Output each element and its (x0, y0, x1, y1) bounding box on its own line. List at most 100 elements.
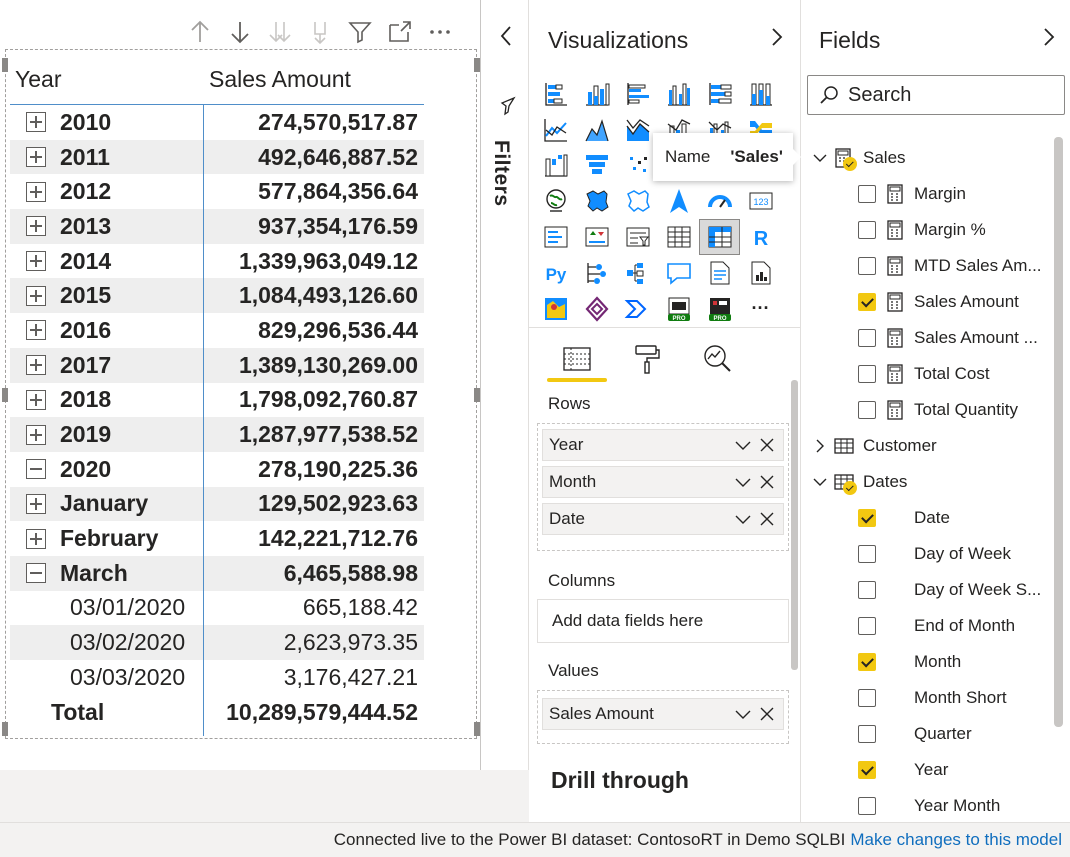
stacked-column-chart-icon[interactable] (576, 76, 617, 112)
shape-map-icon[interactable] (617, 183, 658, 219)
matrix-row-2010[interactable]: 2010 274,570,517.87 (10, 105, 424, 140)
expand-icon[interactable] (26, 147, 46, 168)
collapse-icon[interactable] (26, 563, 46, 584)
column-divider[interactable] (203, 104, 204, 736)
field-margin-pct[interactable]: Margin % (801, 212, 1051, 248)
drill-down-icon[interactable] (220, 16, 260, 48)
columns-well[interactable]: Add data fields here (537, 599, 789, 643)
close-icon[interactable] (757, 509, 777, 529)
values-well[interactable]: Sales Amount (537, 690, 789, 744)
filters-pane-collapsed[interactable]: Filters (480, 0, 529, 770)
matrix-row-2015[interactable]: 2015 1,084,493,126.60 (10, 278, 424, 314)
search-input[interactable]: Search (807, 75, 1065, 115)
stacked-bar-chart-icon[interactable] (535, 76, 576, 112)
expand-icon[interactable] (26, 320, 46, 341)
clustered-bar-chart-icon[interactable] (617, 76, 658, 112)
100-stacked-column-chart-icon[interactable] (740, 76, 781, 112)
column-header-year[interactable]: Year (10, 66, 203, 93)
power-apps-icon[interactable] (576, 291, 617, 327)
matrix-row-2019[interactable]: 2019 1,287,977,538.52 (10, 417, 424, 452)
field-margin[interactable]: Margin (801, 176, 1051, 212)
smart-narrative-icon[interactable] (699, 255, 740, 291)
r-script-visual-icon[interactable]: R (740, 219, 781, 255)
chevron-down-icon[interactable] (813, 475, 827, 489)
chevron-left-icon[interactable] (495, 22, 517, 50)
expand-icon[interactable] (26, 424, 46, 445)
filter-icon[interactable] (340, 16, 380, 48)
matrix-row-date[interactable]: 03/03/2020 3,176,427.21 (10, 660, 424, 695)
table-dates[interactable]: Dates (801, 464, 1051, 500)
checkbox[interactable] (858, 581, 876, 599)
map-icon[interactable] (535, 183, 576, 219)
matrix-row-date[interactable]: 03/01/2020 665,188.42 (10, 591, 424, 626)
field-month-short[interactable]: Month Short (801, 680, 1051, 716)
expand-icon[interactable] (26, 389, 46, 410)
matrix-row-january[interactable]: January 129,502,923.63 (10, 486, 424, 522)
pro-visual-icon[interactable]: PRO (658, 291, 699, 327)
matrix-row-february[interactable]: February 142,221,712.76 (10, 521, 424, 556)
stacked-area-chart-icon[interactable] (617, 112, 658, 148)
more-options-icon[interactable] (420, 16, 460, 48)
azure-map-icon[interactable] (658, 183, 699, 219)
field-sales-amount[interactable]: Sales Amount (801, 284, 1051, 320)
checkbox[interactable] (858, 293, 876, 311)
power-automate-icon[interactable] (617, 291, 658, 327)
chevron-down-icon[interactable] (733, 509, 753, 529)
matrix-visual[interactable]: Year Sales Amount 2010 274,570,517.87 201… (10, 55, 424, 729)
tab-analytics[interactable] (687, 336, 747, 382)
field-month[interactable]: Month (801, 644, 1051, 680)
field-pill-month[interactable]: Month (542, 466, 784, 498)
matrix-row-2013[interactable]: 2013 937,354,176.59 (10, 209, 424, 244)
funnel-chart-icon[interactable] (576, 148, 617, 184)
get-more-visuals-icon[interactable]: ··· (740, 291, 781, 327)
chevron-down-icon[interactable] (813, 151, 827, 165)
expand-icon[interactable] (26, 181, 46, 202)
matrix-row-2018[interactable]: 2018 1,798,092,760.87 (10, 383, 424, 418)
arcgis-map-icon[interactable] (535, 291, 576, 327)
checkbox[interactable] (858, 257, 876, 275)
pro-visual-icon[interactable]: PRO (699, 291, 740, 327)
drill-up-icon[interactable] (180, 16, 220, 48)
checkbox[interactable] (858, 653, 876, 671)
python-visual-icon[interactable]: Py (535, 255, 576, 291)
clustered-column-chart-icon[interactable] (658, 76, 699, 112)
focus-mode-icon[interactable] (380, 16, 420, 48)
field-day-of-week-short[interactable]: Day of Week S... (801, 572, 1051, 608)
paginated-report-icon[interactable] (740, 255, 781, 291)
waterfall-chart-icon[interactable] (535, 148, 576, 184)
expand-icon[interactable] (26, 528, 46, 549)
scatter-chart-icon[interactable] (617, 148, 658, 184)
scrollbar[interactable] (791, 380, 798, 670)
checkbox[interactable] (858, 365, 876, 383)
matrix-row-2017[interactable]: 2017 1,389,130,269.00 (10, 347, 424, 383)
column-header-sales-amount[interactable]: Sales Amount (203, 66, 424, 93)
field-quarter[interactable]: Quarter (801, 716, 1051, 752)
field-total-cost[interactable]: Total Cost (801, 356, 1051, 392)
key-influencers-icon[interactable] (576, 255, 617, 291)
area-chart-icon[interactable] (576, 112, 617, 148)
line-chart-icon[interactable] (535, 112, 576, 148)
checkbox[interactable] (858, 185, 876, 203)
checkbox[interactable] (858, 725, 876, 743)
expand-icon[interactable] (26, 112, 46, 133)
matrix-row-2014[interactable]: 2014 1,339,963,049.12 (10, 244, 424, 279)
matrix-row-2012[interactable]: 2012 577,864,356.64 (10, 174, 424, 209)
checkbox[interactable] (858, 509, 876, 527)
chevron-down-icon[interactable] (733, 472, 753, 492)
qa-visual-icon[interactable] (658, 255, 699, 291)
checkbox[interactable] (858, 797, 876, 815)
slicer-icon[interactable] (617, 219, 658, 255)
rows-well[interactable]: Year Month Date (537, 423, 789, 551)
field-total-quantity[interactable]: Total Quantity (801, 392, 1051, 428)
field-end-of-month[interactable]: End of Month (801, 608, 1051, 644)
multi-row-card-icon[interactable] (535, 219, 576, 255)
close-icon[interactable] (757, 472, 777, 492)
table-sales[interactable]: Sales (801, 140, 1051, 176)
expand-icon[interactable] (26, 251, 46, 272)
make-changes-link[interactable]: Make changes to this model (850, 830, 1062, 850)
collapse-icon[interactable] (26, 459, 46, 480)
table-customer[interactable]: Customer (801, 428, 1051, 464)
resize-handle[interactable] (2, 58, 8, 72)
checkbox[interactable] (858, 545, 876, 563)
matrix-row-march[interactable]: March 6,465,588.98 (10, 555, 424, 591)
